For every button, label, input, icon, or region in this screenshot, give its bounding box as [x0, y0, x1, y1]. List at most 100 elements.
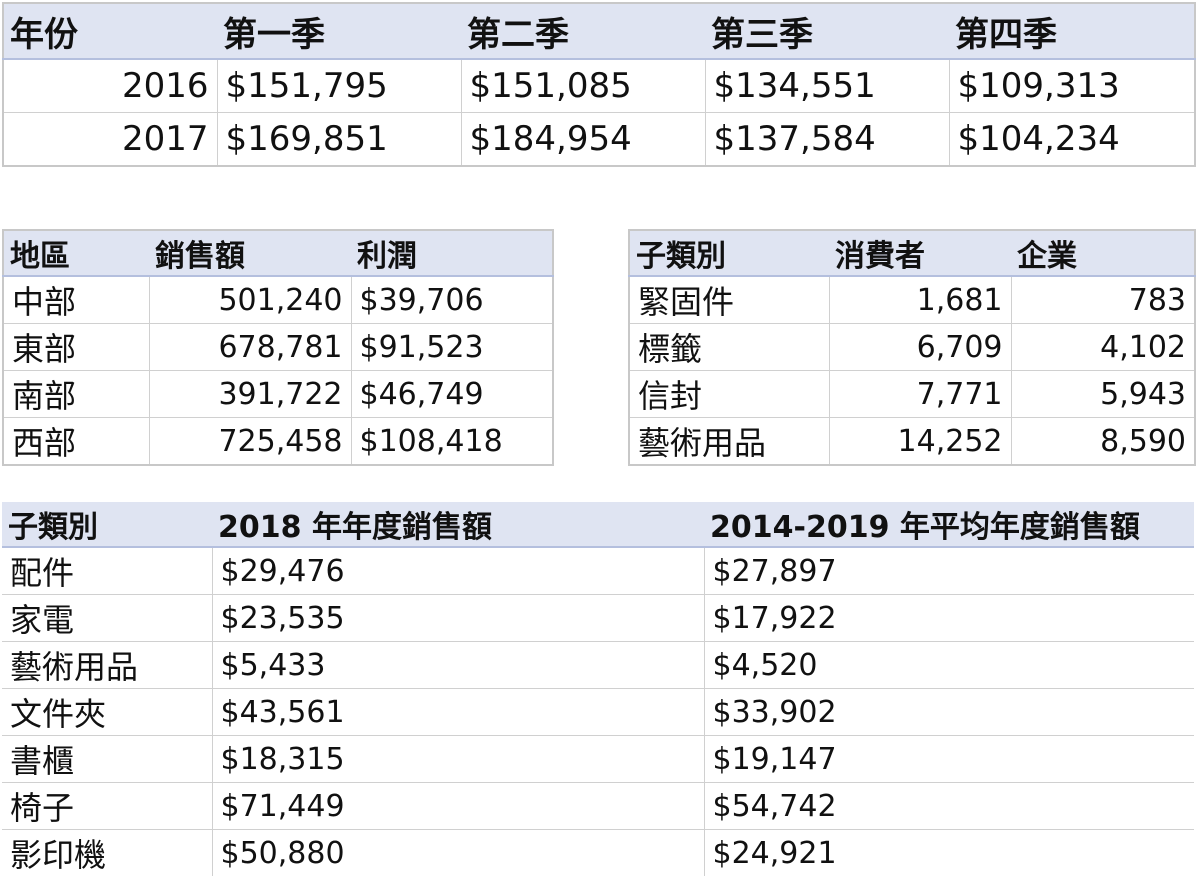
column-header-subcategory: 子類別 [2, 502, 212, 548]
amount-value: 109,313 [979, 66, 1120, 106]
year-cell: 2017 [3, 112, 217, 167]
table-row: 藝術用品 14,252 8,590 [629, 417, 1195, 466]
amount-value: 33,902 [731, 694, 837, 730]
amount-cell: $29,476 [211, 547, 704, 595]
column-header-q4: 第四季 [949, 3, 1195, 60]
amount-value: 184,954 [491, 119, 632, 159]
amount-cell: $137,584 [704, 112, 949, 167]
corporate-value: 8,590 [1010, 417, 1195, 466]
consumer-value: 6,709 [828, 323, 1011, 371]
quarterly-sales-table: 年份 第一季 第二季 第三季 第四季 2016 $151,795 $151,08… [2, 2, 1196, 167]
column-header-sales: 銷售額 [149, 230, 351, 277]
sales-value: 501,240 [148, 276, 351, 324]
amount-cell: $91,523 [350, 323, 553, 371]
consumer-value: 7,771 [828, 370, 1011, 418]
currency-symbol: $ [469, 119, 492, 159]
amount-cell: $134,551 [704, 59, 949, 113]
year-cell: 2016 [3, 59, 217, 113]
consumer-value: 14,252 [828, 417, 1011, 466]
amount-cell: $104,234 [948, 112, 1195, 167]
amount-cell: $184,954 [460, 112, 705, 167]
subcategory-label: 文件夾 [2, 688, 212, 736]
table-header-row: 子類別 消費者 企業 [629, 230, 1195, 277]
amount-cell: $39,706 [350, 276, 553, 324]
amount-value: 39,706 [378, 282, 484, 318]
amount-value: 108,418 [378, 423, 503, 459]
table-header-row: 子類別 2018 年年度銷售額 2014-2019 年平均年度銷售額 [2, 502, 1194, 548]
subcategory-label: 標籤 [629, 323, 829, 371]
currency-symbol: $ [713, 66, 736, 106]
amount-value: 104,234 [979, 119, 1120, 159]
amount-cell: $109,313 [948, 59, 1195, 113]
amount-value: 137,584 [735, 119, 876, 159]
column-header-year: 年份 [3, 3, 217, 60]
column-header-q1: 第一季 [217, 3, 461, 60]
annual-sales-table: 子類別 2018 年年度銷售額 2014-2019 年平均年度銷售額 配件 $29… [2, 502, 1194, 876]
currency-symbol: $ [712, 741, 732, 777]
region-label: 南部 [3, 370, 149, 418]
currency-symbol: $ [220, 741, 240, 777]
subcategory-label: 配件 [2, 547, 212, 595]
amount-cell: $17,922 [703, 594, 1194, 642]
currency-symbol: $ [220, 600, 240, 636]
currency-symbol: $ [220, 647, 240, 683]
subcategory-label: 藝術用品 [629, 417, 829, 466]
currency-symbol: $ [220, 553, 240, 589]
amount-cell: $43,561 [211, 688, 704, 736]
subcategory-label: 書櫃 [2, 735, 212, 783]
amount-cell: $23,535 [211, 594, 704, 642]
amount-value: 43,561 [239, 694, 345, 730]
column-header-avg-sales: 2014-2019 年平均年度銷售額 [704, 502, 1194, 548]
column-header-q2: 第二季 [461, 3, 705, 60]
subcategory-label: 緊固件 [629, 276, 829, 324]
currency-symbol: $ [712, 647, 732, 683]
currency-symbol: $ [712, 553, 732, 589]
region-label: 東部 [3, 323, 149, 371]
amount-value: 134,551 [735, 66, 876, 106]
sales-value: 678,781 [148, 323, 351, 371]
table-row: 書櫃 $18,315 $19,147 [2, 735, 1194, 783]
region-sales-table: 地區 銷售額 利潤 中部 501,240 $39,706 東部 678,781 $91,5… [2, 229, 554, 466]
currency-symbol: $ [225, 119, 248, 159]
sales-value: 391,722 [148, 370, 351, 418]
amount-cell: $18,315 [211, 735, 704, 783]
amount-cell: $4,520 [703, 641, 1194, 689]
sales-value: 725,458 [148, 417, 351, 466]
amount-cell: $169,851 [216, 112, 461, 167]
table-row: 南部 391,722 $46,749 [3, 370, 553, 418]
currency-symbol: $ [220, 788, 240, 824]
amount-value: 151,085 [491, 66, 632, 106]
amount-cell: $19,147 [703, 735, 1194, 783]
column-header-region: 地區 [3, 230, 149, 277]
currency-symbol: $ [225, 66, 248, 106]
table-row: 信封 7,771 5,943 [629, 370, 1195, 418]
column-header-2018-sales: 2018 年年度銷售額 [212, 502, 704, 548]
amount-value: 17,922 [731, 600, 837, 636]
subcategory-label: 藝術用品 [2, 641, 212, 689]
column-header-corporate: 企業 [1011, 230, 1195, 277]
amount-cell: $71,449 [211, 782, 704, 830]
table-row: 標籤 6,709 4,102 [629, 323, 1195, 371]
amount-value: 54,742 [731, 788, 837, 824]
column-header-q3: 第三季 [705, 3, 949, 60]
corporate-value: 4,102 [1010, 323, 1195, 371]
table-header-row: 年份 第一季 第二季 第三季 第四季 [3, 3, 1195, 60]
corporate-value: 5,943 [1010, 370, 1195, 418]
table-row: 影印機 $50,880 $24,921 [2, 829, 1194, 876]
region-label: 西部 [3, 417, 149, 466]
currency-symbol: $ [220, 835, 240, 871]
currency-symbol: $ [957, 119, 980, 159]
amount-value: 151,795 [247, 66, 388, 106]
amount-value: 169,851 [247, 119, 388, 159]
currency-symbol: $ [359, 282, 379, 318]
amount-value: 18,315 [239, 741, 345, 777]
region-label: 中部 [3, 276, 149, 324]
table-row: 藝術用品 $5,433 $4,520 [2, 641, 1194, 689]
currency-symbol: $ [359, 376, 379, 412]
subcategory-label: 椅子 [2, 782, 212, 830]
table-row: 緊固件 1,681 783 [629, 276, 1195, 324]
table-row: 東部 678,781 $91,523 [3, 323, 553, 371]
amount-cell: $108,418 [350, 417, 553, 466]
segment-sales-table: 子類別 消費者 企業 緊固件 1,681 783 標籤 6,709 4,102 信封 7,77… [628, 229, 1196, 466]
currency-symbol: $ [359, 329, 379, 365]
